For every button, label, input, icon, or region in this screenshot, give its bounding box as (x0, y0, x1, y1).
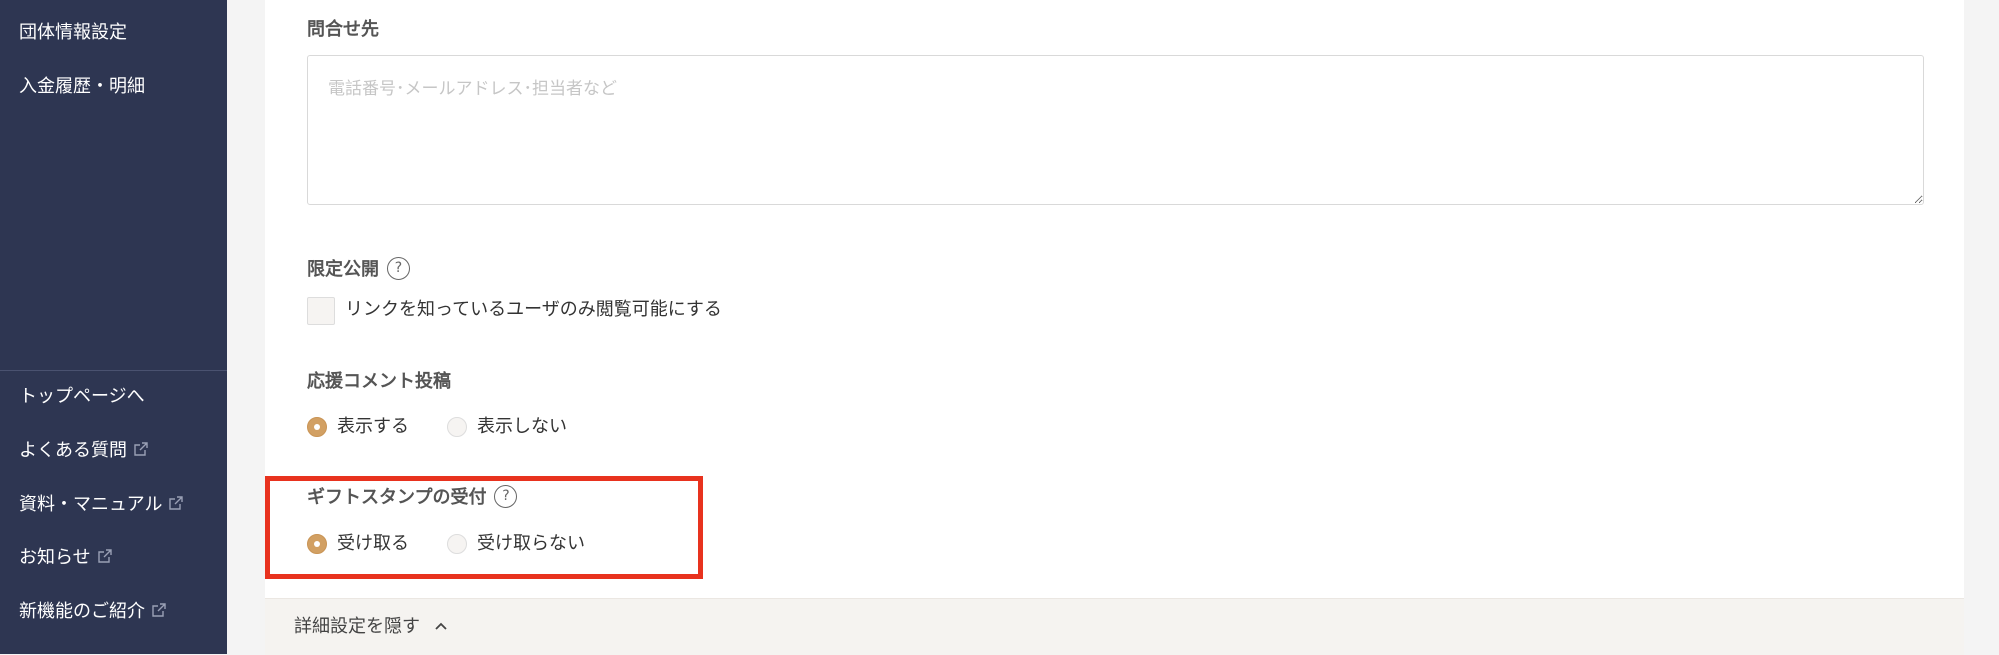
gift-stamp-label-text: ギフトスタンプの受付 (307, 487, 487, 508)
sidebar-item-label: お知らせ (19, 547, 91, 568)
radio-label: 表示する (337, 416, 409, 437)
sidebar-item-news[interactable]: お知らせ (19, 546, 113, 570)
sidebar-item-label: 資料・マニュアル (19, 494, 163, 515)
sidebar-item-label: トップページへ (19, 386, 145, 407)
toggle-label: 詳細設定を隠す (294, 616, 420, 637)
external-link-icon (169, 496, 184, 510)
radio-unselected-icon[interactable] (447, 534, 467, 554)
sidebar-item-organization-settings[interactable]: 団体情報設定 (19, 21, 127, 45)
hide-advanced-settings-toggle[interactable]: 詳細設定を隠す (294, 615, 448, 639)
contact-textarea[interactable] (307, 55, 1924, 205)
comment-label: 応援コメント投稿 (307, 371, 451, 392)
checkbox-box[interactable] (307, 297, 335, 325)
external-link-icon (134, 442, 148, 456)
sidebar: 団体情報設定 入金履歴・明細 トップページへ よくある質問 資料・マニュアル お… (0, 0, 227, 654)
radio-selected-icon[interactable] (307, 534, 327, 554)
radio-label: 受け取る (337, 533, 409, 554)
form-panel: 問合せ先 限定公開? リンクを知っているユーザのみ閲覧可能にする 応援コメント投… (265, 0, 1964, 598)
help-icon[interactable]: ? (494, 485, 518, 508)
chevron-up-icon (435, 622, 447, 630)
help-icon[interactable]: ? (387, 257, 410, 280)
advanced-settings-bar: 詳細設定を隠す (265, 598, 1964, 655)
limited-publish-label: 限定公開? (307, 257, 410, 282)
sidebar-divider (0, 370, 227, 371)
limited-publish-checkbox-label: リンクを知っているユーザのみ閲覧可能にする (345, 299, 722, 320)
gift-stamp-label: ギフトスタンプの受付? (307, 485, 518, 510)
radio-label: 受け取らない (477, 533, 585, 554)
sidebar-item-top-page[interactable]: トップページへ (19, 385, 145, 409)
radio-label: 表示しない (477, 416, 567, 437)
radio-selected-icon[interactable] (307, 417, 327, 437)
sidebar-item-label: よくある質問 (19, 440, 127, 461)
sidebar-item-new-features[interactable]: 新機能のご紹介 (19, 600, 167, 624)
external-link-icon (97, 549, 112, 563)
sidebar-item-manuals[interactable]: 資料・マニュアル (19, 493, 184, 517)
sidebar-item-faq[interactable]: よくある質問 (19, 439, 149, 463)
radio-unselected-icon[interactable] (447, 417, 467, 437)
sidebar-item-payment-history[interactable]: 入金履歴・明細 (19, 75, 145, 99)
contact-label: 問合せ先 (307, 19, 379, 40)
limited-publish-label-text: 限定公開 (307, 259, 379, 280)
sidebar-item-label: 新機能のご紹介 (19, 601, 145, 622)
external-link-icon (152, 603, 166, 617)
